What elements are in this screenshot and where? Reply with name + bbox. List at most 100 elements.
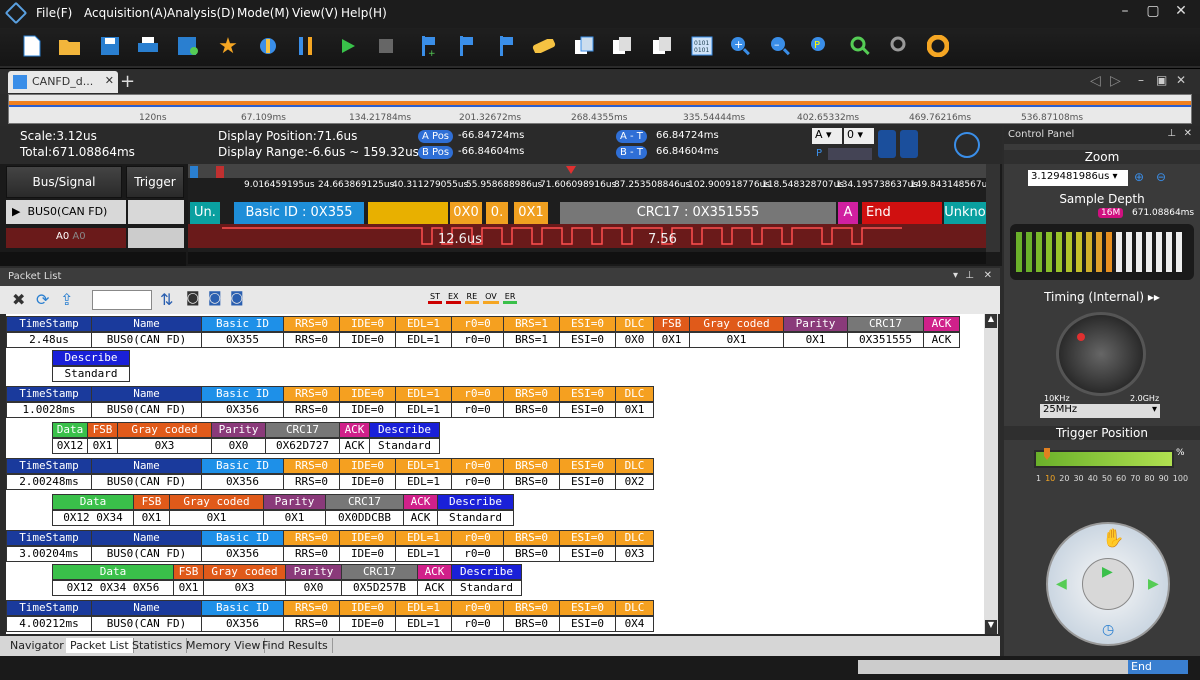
search-icon[interactable]: [846, 32, 874, 60]
scroll-up-icon[interactable]: ▲: [985, 314, 997, 328]
a0-trigger-cell[interactable]: [128, 228, 184, 248]
paste-icon[interactable]: [608, 32, 636, 60]
data-row[interactable]: 0X12 0X34 0X56 0X1 0X3 0X0 0X5D257B ACK …: [52, 580, 522, 596]
zoom-out-icon[interactable]: –: [766, 32, 794, 60]
clock-icon[interactable]: ◷: [1102, 622, 1114, 638]
search-input[interactable]: [92, 290, 152, 310]
marker-down-icon[interactable]: [492, 32, 520, 60]
seg-end[interactable]: End: [862, 202, 942, 224]
packet-row[interactable]: 1.0028ms BUS0(CAN FD) 0X356 RRS=0 IDE=0 …: [6, 402, 654, 418]
p-field[interactable]: [828, 148, 872, 160]
seg-0x1[interactable]: 0X1: [514, 202, 548, 224]
describe-row[interactable]: Standard: [52, 366, 130, 382]
help-ring-icon[interactable]: [924, 32, 952, 60]
badge-er[interactable]: ER: [502, 292, 518, 304]
find-next-icon[interactable]: ◙: [230, 290, 244, 306]
tools-icon[interactable]: [292, 32, 320, 60]
zoom-out-icon[interactable]: ⊖: [1156, 170, 1166, 184]
open-folder-icon[interactable]: [56, 32, 84, 60]
cursor-select-a[interactable]: A ▾: [812, 128, 842, 144]
cursor-select-0[interactable]: 0 ▾: [844, 128, 874, 144]
panel-pin-icon[interactable]: ⊥: [1167, 128, 1176, 139]
seg-unknown-end[interactable]: Unkno: [944, 202, 986, 224]
badge-ex[interactable]: EX: [445, 292, 461, 304]
add-tab-icon[interactable]: +: [120, 71, 135, 92]
seg-crc[interactable]: CRC17 : 0X351555: [560, 202, 836, 224]
seg-0x0[interactable]: 0X0: [450, 202, 482, 224]
measure-icon[interactable]: [886, 32, 914, 60]
upload-icon[interactable]: ⇪: [60, 290, 73, 309]
panel-menu-icon[interactable]: ▾: [953, 270, 958, 281]
eraser-icon[interactable]: [530, 32, 558, 60]
pane-minimize-icon[interactable]: –: [1138, 73, 1144, 87]
a0-row[interactable]: A0 A0: [6, 228, 126, 248]
clock-icon[interactable]: [954, 132, 980, 158]
hand-icon[interactable]: ✋: [1102, 528, 1124, 549]
panel-close-icon[interactable]: ✕: [984, 270, 992, 281]
badge-st[interactable]: ST: [428, 292, 442, 304]
tools-icon[interactable]: ✖: [12, 290, 25, 309]
refresh-icon[interactable]: ⟳: [36, 290, 49, 309]
menu-acquisition[interactable]: Acquisition(A): [84, 6, 167, 20]
depth-bars[interactable]: [1010, 224, 1194, 280]
pane-close-icon[interactable]: ✕: [1176, 73, 1186, 87]
run-icon[interactable]: [334, 32, 362, 60]
panel-pin-icon[interactable]: ⊥: [965, 270, 974, 281]
minimize-icon[interactable]: –: [1112, 3, 1138, 19]
data-row[interactable]: 0X12 0X1 0X3 0X0 0X62D727 ACK Standard: [52, 438, 440, 454]
expand-icon[interactable]: ▸▸: [1148, 290, 1160, 304]
pane-restore-icon[interactable]: ▣: [1156, 73, 1167, 87]
tab-close-icon[interactable]: ✕: [105, 74, 114, 87]
zoom-in-icon[interactable]: ⊕: [1134, 170, 1144, 184]
overview-ruler[interactable]: 120ns 67.109ms 134.21784ms 201.32672ms 2…: [8, 94, 1192, 124]
badge-re[interactable]: RE: [464, 292, 480, 304]
sort-icon[interactable]: ⇅: [160, 290, 173, 309]
tab-navigator[interactable]: Navigator: [6, 638, 69, 653]
save-icon[interactable]: [96, 32, 124, 60]
copy-icon[interactable]: [570, 32, 598, 60]
scroll-down-icon[interactable]: ▼: [985, 620, 997, 634]
seg-0[interactable]: 0.: [486, 202, 508, 224]
play-icon[interactable]: ▶: [1102, 564, 1113, 580]
zoom-select[interactable]: 3.129481986us ▾: [1028, 170, 1128, 186]
device-icon[interactable]: [254, 32, 282, 60]
signal-scrollbar[interactable]: [0, 252, 186, 266]
zoom-in-icon[interactable]: +: [726, 32, 754, 60]
badge-ov[interactable]: OV: [483, 292, 499, 304]
scroll-left-icon[interactable]: ◁: [1090, 73, 1101, 89]
bus0-row[interactable]: ▶ BUS0(CAN FD): [6, 200, 126, 224]
packet-row[interactable]: 2.48us BUS0(CAN FD) 0X355 RRS=0 IDE=0 ED…: [6, 332, 960, 348]
star-icon[interactable]: ★: [214, 32, 242, 60]
data-row[interactable]: 0X12 0X34 0X1 0X1 0X1 0X0DDCBB ACK Stand…: [52, 510, 514, 526]
menu-file[interactable]: File(F): [36, 6, 72, 20]
trigger-position-slider[interactable]: [1034, 446, 1174, 474]
tab-find-results[interactable]: Find Results: [258, 638, 333, 653]
sample-rate-knob[interactable]: [1056, 312, 1146, 396]
seg-basic-id[interactable]: Basic ID : 0X355: [234, 202, 364, 224]
location-icon[interactable]: [900, 130, 918, 158]
cursor-icon[interactable]: [878, 130, 896, 158]
tab-memory-view[interactable]: Memory View: [182, 638, 266, 653]
wave-vscroll[interactable]: [986, 164, 1000, 252]
find-icon[interactable]: ◙: [186, 290, 200, 306]
print-icon[interactable]: [134, 32, 162, 60]
save-settings-icon[interactable]: [174, 32, 202, 60]
seg-ack[interactable]: A: [838, 202, 858, 224]
stop-icon[interactable]: [372, 32, 400, 60]
scroll-right-icon[interactable]: ▷: [1110, 73, 1121, 89]
binary-icon[interactable]: 0101 0101: [688, 32, 716, 60]
seg-control-bits[interactable]: [368, 202, 448, 224]
menu-analysis[interactable]: Analysis(D): [167, 6, 235, 20]
tab-statistics[interactable]: Statistics: [128, 638, 188, 653]
new-file-icon[interactable]: [18, 32, 46, 60]
add-marker-icon[interactable]: +: [414, 32, 442, 60]
export-icon[interactable]: [648, 32, 676, 60]
panel-close-icon[interactable]: ✕: [1184, 128, 1192, 139]
find-prev-icon[interactable]: ◙: [208, 290, 222, 306]
marker-icon[interactable]: [452, 32, 480, 60]
menu-help[interactable]: Help(H): [341, 6, 387, 20]
packet-row[interactable]: 3.00204ms BUS0(CAN FD) 0X356 RRS=0 IDE=0…: [6, 546, 654, 562]
menu-mode[interactable]: Mode(M): [237, 6, 289, 20]
zoom-fit-icon[interactable]: P: [806, 32, 834, 60]
packet-row[interactable]: 2.00248ms BUS0(CAN FD) 0X356 RRS=0 IDE=0…: [6, 474, 654, 490]
